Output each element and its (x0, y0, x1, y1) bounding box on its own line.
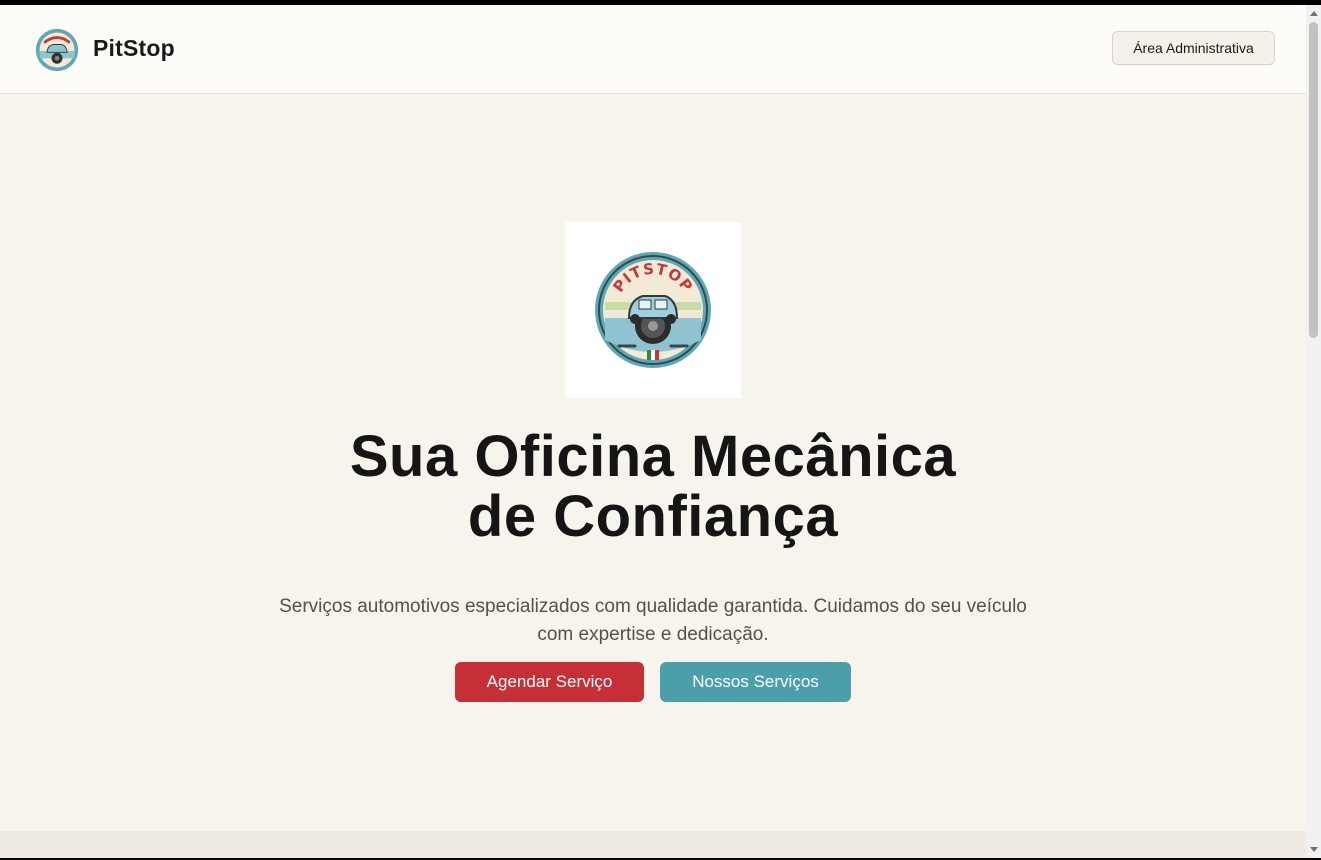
scrollbar-thumb[interactable] (1309, 22, 1318, 338)
hero-subtitle: Serviços automotivos especializados com … (279, 596, 1027, 645)
hero-logo: PITSTOP (565, 222, 741, 398)
next-section-edge (0, 831, 1306, 858)
vertical-scrollbar[interactable] (1306, 5, 1321, 858)
schedule-service-button[interactable]: Agendar Serviço (455, 662, 644, 702)
hero-title-line-1: Sua Oficina Mecânica (349, 424, 957, 489)
scroll-down-arrow-icon[interactable] (1310, 847, 1318, 852)
pitstop-badge-icon: PITSTOP (595, 252, 711, 368)
scroll-up-arrow-icon[interactable] (1310, 11, 1318, 16)
hero-title-line-2: de Confiança (467, 484, 839, 549)
page-viewport: PitStop Área Administrativa PITSTOP Sua … (0, 5, 1306, 858)
our-services-button[interactable]: Nossos Serviços (660, 662, 851, 702)
hero-title: Sua Oficina Mecânica de Confiança (0, 427, 1306, 547)
brand-name[interactable]: PitStop (93, 35, 175, 62)
site-header: PitStop Área Administrativa (0, 5, 1306, 94)
brand-logo-icon[interactable] (34, 27, 80, 73)
admin-area-button[interactable]: Área Administrativa (1112, 31, 1275, 65)
